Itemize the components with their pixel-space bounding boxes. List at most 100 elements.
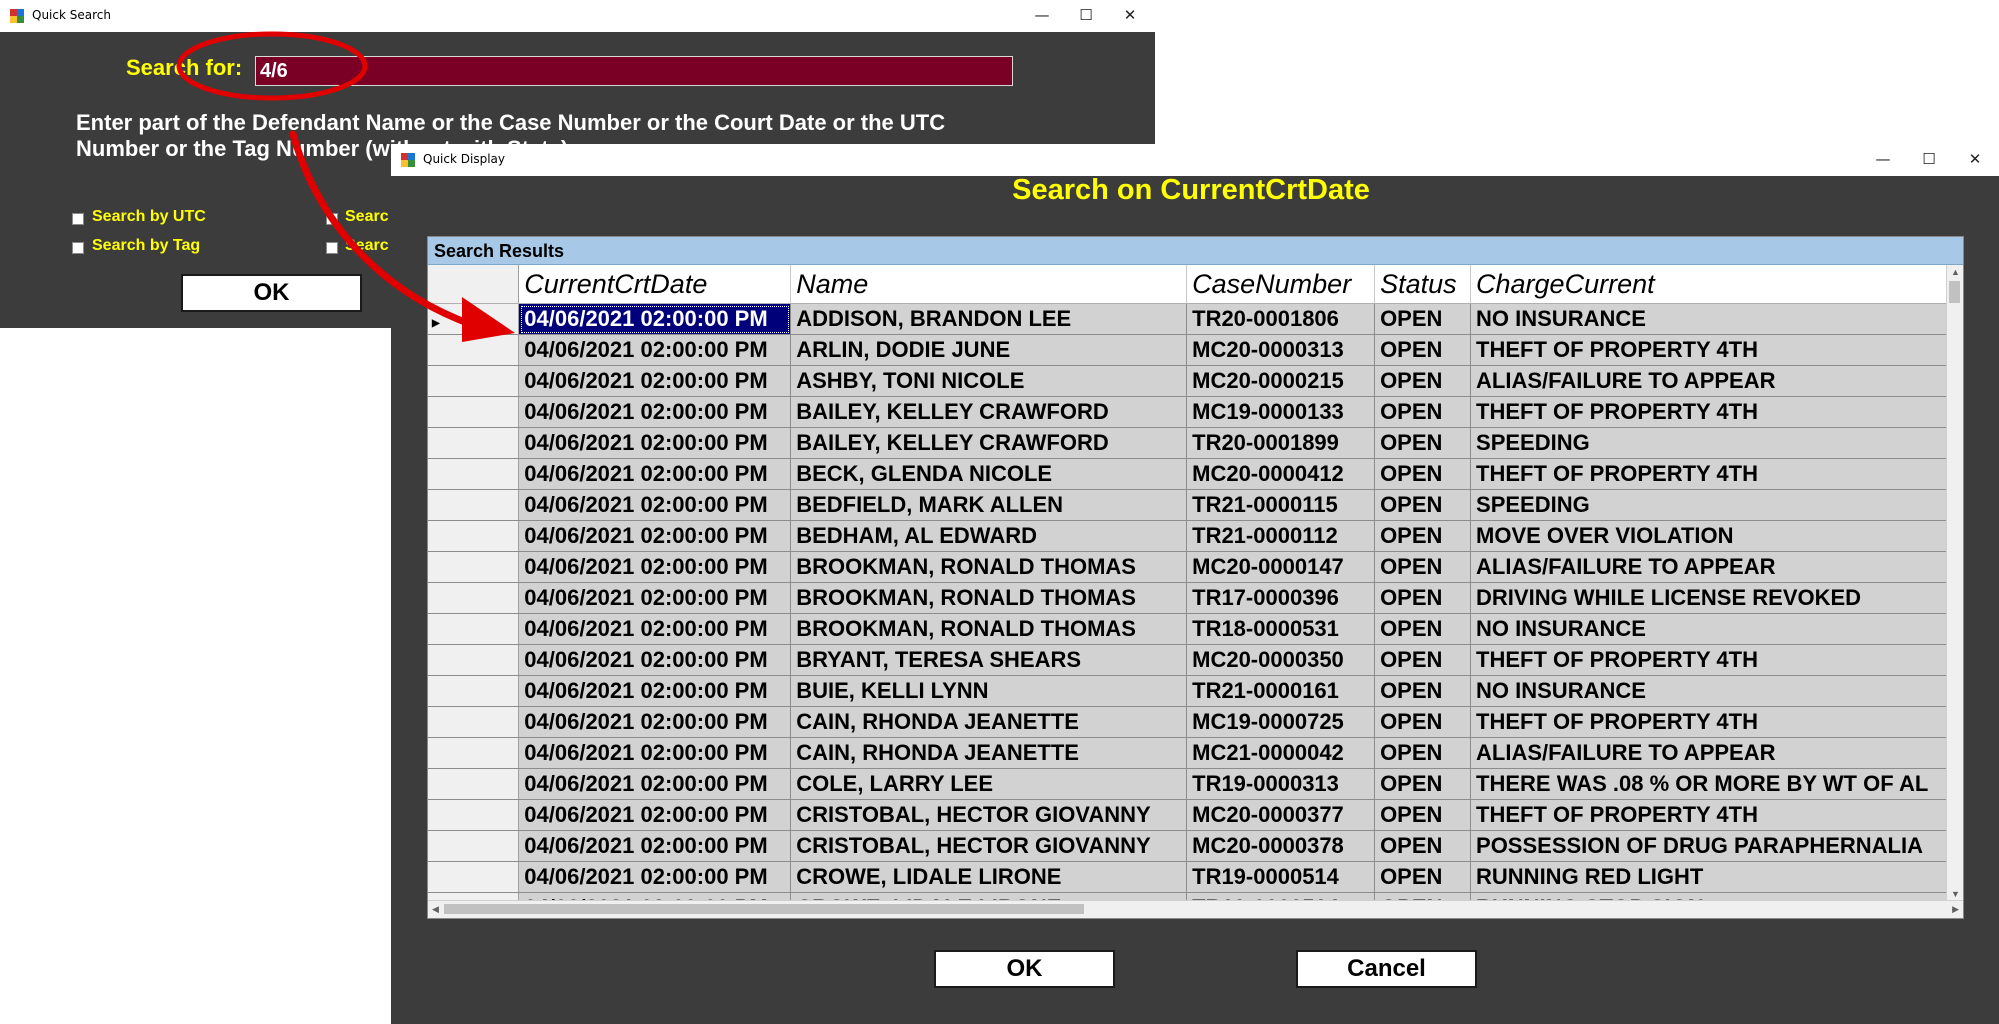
cell-currentcrtdate[interactable]: 04/06/2021 02:00:00 PM xyxy=(518,365,792,397)
row-header[interactable] xyxy=(428,799,520,831)
cell-name[interactable]: BAILEY, KELLEY CRAWFORD xyxy=(790,396,1188,428)
cell-name[interactable]: BEDHAM, AL EDWARD xyxy=(790,520,1188,552)
search-option-3-checkbox[interactable] xyxy=(326,213,338,225)
column-header-casenumber[interactable]: CaseNumber xyxy=(1186,265,1376,304)
table-row[interactable]: 04/06/2021 02:00:00 PM BRYANT, TERESA SHE… xyxy=(428,644,1948,676)
row-header[interactable] xyxy=(428,861,520,893)
column-header-currentcrtdate[interactable]: CurrentCrtDate xyxy=(518,265,792,304)
cell-chargecurrent[interactable]: THEFT OF PROPERTY 4TH xyxy=(1470,799,1948,831)
cell-name[interactable]: CROWE, LIDALE LIRONE xyxy=(790,861,1188,893)
column-header-name[interactable]: Name xyxy=(790,265,1188,304)
cell-currentcrtdate[interactable]: 04/06/2021 02:00:00 PM xyxy=(518,799,792,831)
cell-chargecurrent[interactable]: THEFT OF PROPERTY 4TH xyxy=(1470,644,1948,676)
cell-name[interactable]: ADDISON, BRANDON LEE xyxy=(790,303,1188,335)
cell-casenumber[interactable]: MC21-0000042 xyxy=(1186,737,1376,769)
cell-currentcrtdate[interactable]: 04/06/2021 02:00:00 PM xyxy=(518,427,792,459)
cell-currentcrtdate[interactable]: 04/06/2021 02:00:00 PM xyxy=(518,489,792,521)
cell-casenumber[interactable]: TR21-0000161 xyxy=(1186,675,1376,707)
table-row[interactable]: 04/06/2021 02:00:00 PM CAIN, RHONDA JEANE… xyxy=(428,706,1948,738)
cell-name[interactable]: BROOKMAN, RONALD THOMAS xyxy=(790,551,1188,583)
results-grid[interactable]: Search Results CurrentCrtDate Name CaseN… xyxy=(427,236,1964,919)
cell-chargecurrent[interactable]: NO INSURANCE xyxy=(1470,303,1948,335)
cell-status[interactable]: OPEN xyxy=(1374,675,1472,707)
table-row[interactable]: 04/06/2021 02:00:00 PM CAIN, RHONDA JEANE… xyxy=(428,737,1948,769)
scroll-up-arrow-icon[interactable]: ▲ xyxy=(1951,267,1960,277)
cell-chargecurrent[interactable]: THERE WAS .08 % OR MORE BY WT OF AL xyxy=(1470,768,1948,800)
cell-casenumber[interactable]: MC20-0000412 xyxy=(1186,458,1376,490)
cell-currentcrtdate[interactable]: 04/06/2021 02:00:00 PM xyxy=(518,582,792,614)
cell-chargecurrent[interactable]: ALIAS/FAILURE TO APPEAR xyxy=(1470,551,1948,583)
row-header[interactable] xyxy=(428,551,520,583)
row-header[interactable]: ▶ xyxy=(428,303,520,335)
table-row[interactable]: 04/06/2021 02:00:00 PM BAILEY, KELLEY CRA… xyxy=(428,396,1948,428)
maximize-icon[interactable]: ☐ xyxy=(1064,0,1108,32)
cell-casenumber[interactable]: TR21-0000115 xyxy=(1186,489,1376,521)
cell-name[interactable]: BROOKMAN, RONALD THOMAS xyxy=(790,582,1188,614)
cell-chargecurrent[interactable]: RUNNING RED LIGHT xyxy=(1470,861,1948,893)
cell-casenumber[interactable]: MC20-0000313 xyxy=(1186,334,1376,366)
cell-name[interactable]: CAIN, RHONDA JEANETTE xyxy=(790,706,1188,738)
cell-status[interactable]: OPEN xyxy=(1374,582,1472,614)
cell-casenumber[interactable]: TR21-0000112 xyxy=(1186,520,1376,552)
table-row[interactable]: 04/06/2021 02:00:00 PM BUIE, KELLI LYNN TR… xyxy=(428,675,1948,707)
cell-name[interactable]: BROOKMAN, RONALD THOMAS xyxy=(790,613,1188,645)
minimize-icon[interactable]: — xyxy=(1020,0,1064,32)
cell-currentcrtdate[interactable]: 04/06/2021 02:00:00 PM xyxy=(518,706,792,738)
cell-name[interactable]: BUIE, KELLI LYNN xyxy=(790,675,1188,707)
cell-chargecurrent[interactable]: THEFT OF PROPERTY 4TH xyxy=(1470,458,1948,490)
row-header[interactable] xyxy=(428,706,520,738)
cell-currentcrtdate[interactable]: 04/06/2021 02:00:00 PM xyxy=(518,830,792,862)
cell-name[interactable]: CRISTOBAL, HECTOR GIOVANNY xyxy=(790,830,1188,862)
scroll-down-arrow-icon[interactable]: ▼ xyxy=(1951,889,1960,899)
cell-casenumber[interactable]: MC20-0000147 xyxy=(1186,551,1376,583)
row-header[interactable] xyxy=(428,737,520,769)
table-row[interactable]: 04/06/2021 02:00:00 PM BROOKMAN, RONALD T… xyxy=(428,551,1948,583)
horizontal-scroll-thumb[interactable] xyxy=(444,904,1084,914)
cell-casenumber[interactable]: TR20-0001899 xyxy=(1186,427,1376,459)
cell-status[interactable]: OPEN xyxy=(1374,613,1472,645)
table-row[interactable]: 04/06/2021 02:00:00 PM ASHBY, TONI NICOLE… xyxy=(428,365,1948,397)
row-header[interactable] xyxy=(428,427,520,459)
search-by-utc-checkbox[interactable] xyxy=(72,213,84,225)
table-row[interactable]: ▶ 04/06/2021 02:00:00 PM ADDISON, BRANDON … xyxy=(428,303,1948,335)
cell-name[interactable]: BAILEY, KELLEY CRAWFORD xyxy=(790,427,1188,459)
cell-status[interactable]: OPEN xyxy=(1374,551,1472,583)
table-row[interactable]: 04/06/2021 02:00:00 PM BAILEY, KELLEY CRA… xyxy=(428,427,1948,459)
quick-display-ok-button[interactable]: OK xyxy=(934,950,1115,988)
cell-casenumber[interactable]: TR18-0000531 xyxy=(1186,613,1376,645)
cell-casenumber[interactable]: MC20-0000377 xyxy=(1186,799,1376,831)
table-row[interactable]: 04/06/2021 02:00:00 PM COLE, LARRY LEE TR1… xyxy=(428,768,1948,800)
cell-casenumber[interactable]: TR20-0001806 xyxy=(1186,303,1376,335)
cell-casenumber[interactable]: TR19-0000313 xyxy=(1186,768,1376,800)
cell-status[interactable]: OPEN xyxy=(1374,427,1472,459)
row-header[interactable] xyxy=(428,644,520,676)
table-row[interactable]: 04/06/2021 02:00:00 PM BROOKMAN, RONALD T… xyxy=(428,582,1948,614)
cell-name[interactable]: BRYANT, TERESA SHEARS xyxy=(790,644,1188,676)
cell-chargecurrent[interactable]: THEFT OF PROPERTY 4TH xyxy=(1470,706,1948,738)
column-header-chargecurrent[interactable]: ChargeCurrent xyxy=(1470,265,1948,304)
table-row[interactable]: 04/06/2021 02:00:00 PM BECK, GLENDA NICOL… xyxy=(428,458,1948,490)
column-header-status[interactable]: Status xyxy=(1374,265,1472,304)
horizontal-scrollbar[interactable]: ◀ ▶ xyxy=(428,900,1963,918)
cell-name[interactable]: ARLIN, DODIE JUNE xyxy=(790,334,1188,366)
cell-status[interactable]: OPEN xyxy=(1374,396,1472,428)
cell-status[interactable]: OPEN xyxy=(1374,706,1472,738)
table-row[interactable]: 04/06/2021 02:00:00 PM BEDHAM, AL EDWARD T… xyxy=(428,520,1948,552)
row-header[interactable] xyxy=(428,458,520,490)
cell-status[interactable]: OPEN xyxy=(1374,861,1472,893)
cell-casenumber[interactable]: MC20-0000215 xyxy=(1186,365,1376,397)
cell-status[interactable]: OPEN xyxy=(1374,303,1472,335)
cell-status[interactable]: OPEN xyxy=(1374,644,1472,676)
cell-currentcrtdate[interactable]: 04/06/2021 02:00:00 PM xyxy=(518,613,792,645)
cell-name[interactable]: BEDFIELD, MARK ALLEN xyxy=(790,489,1188,521)
cell-chargecurrent[interactable]: NO INSURANCE xyxy=(1470,613,1948,645)
cell-currentcrtdate[interactable]: 04/06/2021 02:00:00 PM xyxy=(518,303,792,335)
cell-name[interactable]: CAIN, RHONDA JEANETTE xyxy=(790,737,1188,769)
cell-name[interactable]: ASHBY, TONI NICOLE xyxy=(790,365,1188,397)
cell-chargecurrent[interactable]: ALIAS/FAILURE TO APPEAR xyxy=(1470,365,1948,397)
cell-currentcrtdate[interactable]: 04/06/2021 02:00:00 PM xyxy=(518,675,792,707)
cell-casenumber[interactable]: MC19-0000133 xyxy=(1186,396,1376,428)
vertical-scrollbar[interactable]: ▲ ▼ xyxy=(1946,265,1963,901)
search-input[interactable] xyxy=(255,56,1013,86)
cell-chargecurrent[interactable]: DRIVING WHILE LICENSE REVOKED xyxy=(1470,582,1948,614)
